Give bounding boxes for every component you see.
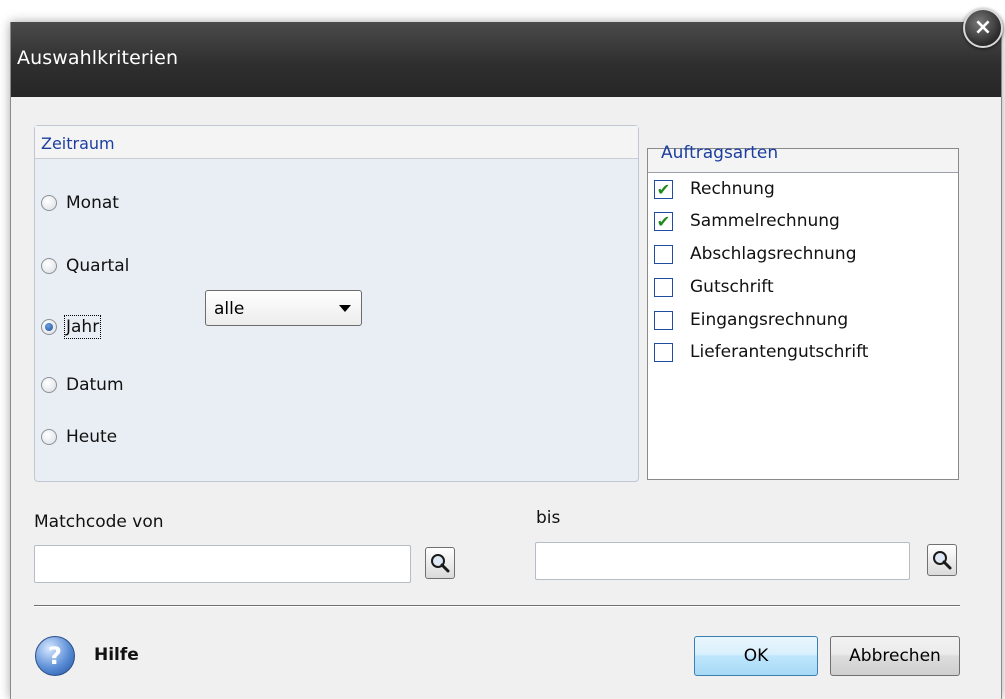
checkbox-row-abschlagsrechnung[interactable]: Abschlagsrechnung (654, 240, 857, 268)
radio-jahr[interactable]: Jahr (41, 314, 102, 340)
checkbox-label-rechnung: Rechnung (690, 179, 775, 199)
checkbox-row-eingangsrechnung[interactable]: Eingangsrechnung (654, 306, 848, 334)
radio-label-quartal: Quartal (66, 256, 130, 276)
checkmark-icon: ✔ (656, 211, 671, 231)
checkbox-label-gutschrift: Gutschrift (690, 277, 774, 297)
zeitraum-group-title: Zeitraum (41, 134, 115, 153)
radio-button-quartal[interactable] (41, 258, 57, 274)
close-icon[interactable]: × (963, 8, 1003, 48)
matchcode-to-label: bis (536, 508, 561, 528)
checkbox-label-lieferantengutschrift: Lieferantengutschrift (690, 342, 869, 362)
radio-quartal[interactable]: Quartal (41, 253, 129, 279)
matchcode-to-search-button[interactable] (927, 544, 957, 576)
checkmark-icon: ✔ (656, 179, 671, 199)
checkbox-label-eingangsrechnung: Eingangsrechnung (690, 310, 849, 330)
year-select-value: alle (214, 299, 245, 319)
magnifier-icon (431, 554, 450, 573)
help-icon[interactable]: ? (35, 636, 75, 676)
auftragsarten-title: Auftragsarten (661, 143, 779, 163)
checkbox-row-sammelrechnung[interactable]: ✔ Sammelrechnung (654, 207, 840, 235)
matchcode-from-search-button[interactable] (425, 547, 455, 579)
help-label[interactable]: Hilfe (94, 645, 139, 665)
dialog-title: Auswahlkriterien (17, 47, 179, 69)
checkbox-label-abschlagsrechnung: Abschlagsrechnung (690, 244, 857, 264)
radio-button-datum[interactable] (41, 377, 57, 393)
radio-label-heute: Heute (66, 427, 118, 447)
matchcode-from-input[interactable] (34, 545, 411, 583)
radio-button-monat[interactable] (41, 195, 57, 211)
cancel-button[interactable]: Abbrechen (830, 636, 960, 676)
radio-label-datum: Datum (66, 375, 124, 395)
checkbox-label-sammelrechnung: Sammelrechnung (690, 211, 840, 231)
checkbox-eingangsrechnung[interactable] (654, 310, 673, 330)
dialog-titlebar: Auswahlkriterien (11, 22, 1001, 97)
magnifier-icon (933, 551, 952, 570)
checkbox-lieferantengutschrift[interactable] (654, 342, 673, 362)
radio-datum[interactable]: Datum (41, 372, 124, 398)
checkbox-rechnung[interactable]: ✔ (654, 179, 673, 199)
auftragsarten-header: Auftragsarten (648, 143, 958, 173)
radio-button-heute[interactable] (41, 429, 57, 445)
radio-button-jahr[interactable] (41, 319, 57, 335)
checkbox-row-gutschrift[interactable]: Gutschrift (654, 273, 774, 301)
checkbox-gutschrift[interactable] (654, 277, 673, 297)
zeitraum-group-header: Zeitraum (35, 126, 638, 159)
checkbox-sammelrechnung[interactable]: ✔ (654, 211, 673, 231)
matchcode-from-label: Matchcode von (34, 512, 164, 532)
matchcode-to-input[interactable] (535, 542, 910, 580)
checkbox-abschlagsrechnung[interactable] (654, 244, 673, 264)
radio-heute[interactable]: Heute (41, 424, 117, 450)
chevron-down-icon (339, 305, 351, 312)
radio-monat[interactable]: Monat (41, 190, 119, 216)
footer-separator (34, 605, 960, 607)
radio-label-jahr: Jahr (63, 315, 102, 339)
year-select[interactable]: alle (205, 290, 362, 326)
radio-label-monat: Monat (66, 193, 119, 213)
checkbox-row-lieferantengutschrift[interactable]: Lieferantengutschrift (654, 338, 868, 366)
ok-button[interactable]: OK (694, 636, 818, 676)
checkbox-row-rechnung[interactable]: ✔ Rechnung (654, 175, 775, 203)
